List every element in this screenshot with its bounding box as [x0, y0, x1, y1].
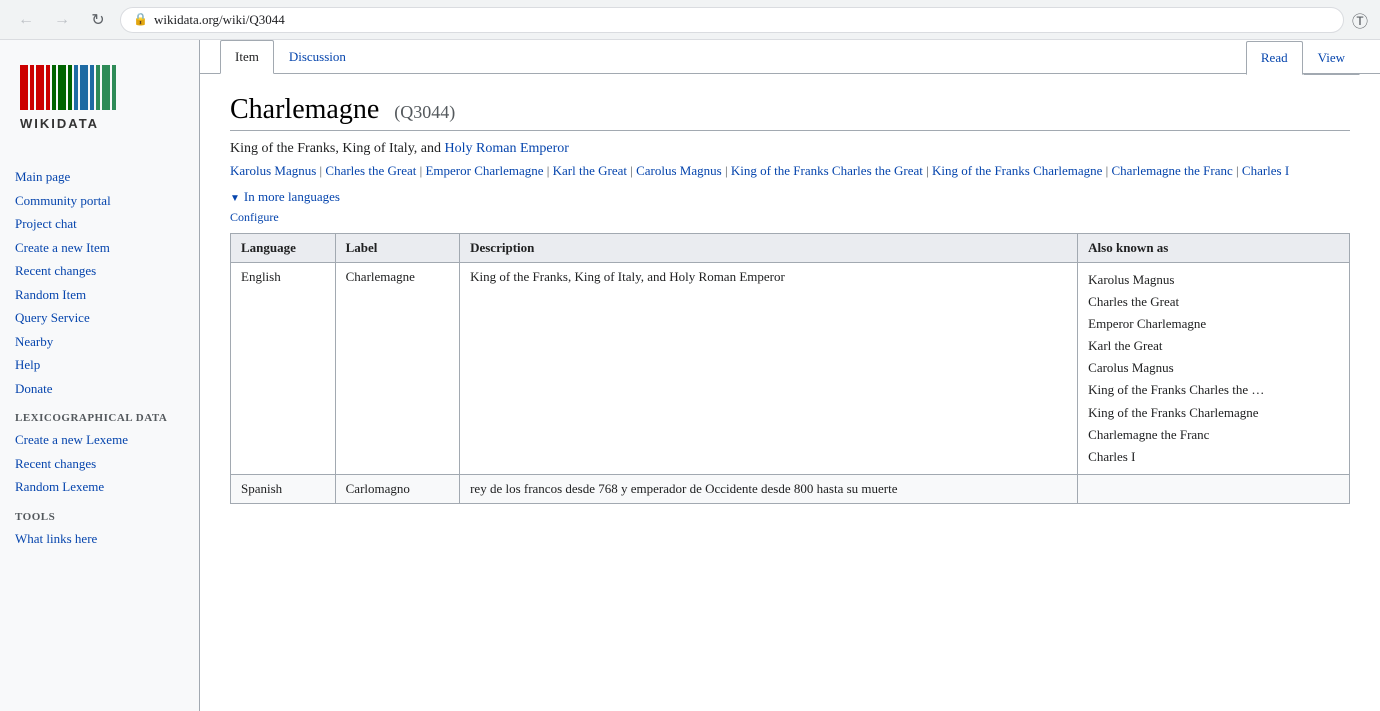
- alias-entry: King of the Franks Charlemagne: [1088, 402, 1339, 424]
- sidebar-item-random-item[interactable]: Random Item: [0, 283, 199, 307]
- in-more-languages-section: ▼In more languages: [230, 189, 1350, 206]
- col-description: Description: [460, 234, 1078, 263]
- alias-carolus-magnus[interactable]: Carolus Magnus: [636, 163, 722, 178]
- alias-entry: Karolus Magnus: [1088, 269, 1339, 291]
- alias-king-franks-charlemagne[interactable]: King of the Franks Charlemagne: [932, 163, 1102, 178]
- wikidata-logo: WIKIDATA: [15, 60, 165, 140]
- sidebar-nav-section: Main page Community portal Project chat …: [0, 165, 199, 400]
- alias-emperor-charlemagne[interactable]: Emperor Charlemagne: [425, 163, 543, 178]
- cell-description: King of the Franks, King of Italy, and H…: [460, 263, 1078, 475]
- language-table: Language Label Description Also known as…: [230, 233, 1350, 504]
- alias-charles-great[interactable]: Charles the Great: [325, 163, 416, 178]
- alias-charlemagne-franc[interactable]: Charlemagne the Franc: [1112, 163, 1233, 178]
- content-area: Charlemagne (Q3044) King of the Franks, …: [200, 74, 1380, 524]
- browser-chrome: ← → ↻ 🔒 wikidata.org/wiki/Q3044 Ⓣ: [0, 0, 1380, 40]
- tab-view[interactable]: View: [1303, 41, 1360, 75]
- alias-entry: King of the Franks Charles the …: [1088, 379, 1339, 401]
- sidebar-tools-section: Tools What links here: [0, 507, 199, 551]
- table-row: SpanishCarlomagnorey de los francos desd…: [231, 474, 1350, 503]
- holy-roman-link[interactable]: Holy Roman Emperor: [445, 141, 569, 156]
- sidebar-item-random-lexeme[interactable]: Random Lexeme: [0, 475, 199, 499]
- url-text: wikidata.org/wiki/Q3044: [154, 12, 285, 28]
- alias-entry: Charles the Great: [1088, 291, 1339, 313]
- tabs-bar: Item Discussion Read View: [200, 40, 1380, 74]
- tools-title: Tools: [0, 507, 199, 527]
- col-also-known-as: Also known as: [1078, 234, 1350, 263]
- cell-language: English: [231, 263, 336, 475]
- col-language: Language: [231, 234, 336, 263]
- reload-button[interactable]: ↻: [84, 6, 112, 34]
- col-label: Label: [335, 234, 459, 263]
- page-title: Charlemagne (Q3044): [230, 94, 1350, 131]
- translate-icon[interactable]: Ⓣ: [1352, 8, 1368, 32]
- address-bar[interactable]: 🔒 wikidata.org/wiki/Q3044: [120, 7, 1344, 33]
- sidebar-logo: WIKIDATA: [0, 50, 199, 165]
- forward-button[interactable]: →: [48, 6, 76, 34]
- sidebar-lexico-section: Lexicographical data Create a new Lexeme…: [0, 408, 199, 499]
- lock-icon: 🔒: [133, 12, 148, 27]
- cell-description: rey de los francos desde 768 y emperador…: [460, 474, 1078, 503]
- page-title-text: Charlemagne: [230, 94, 379, 125]
- page-qid: (Q3044): [394, 102, 455, 122]
- tab-item[interactable]: Item: [220, 40, 274, 74]
- sidebar-item-create-new-item[interactable]: Create a new Item: [0, 236, 199, 260]
- sidebar-item-nearby[interactable]: Nearby: [0, 330, 199, 354]
- cell-also-known-as: Karolus MagnusCharles the GreatEmperor C…: [1078, 263, 1350, 475]
- alias-entry: Carolus Magnus: [1088, 357, 1339, 379]
- sidebar-item-lexico-recent-changes[interactable]: Recent changes: [0, 452, 199, 476]
- cell-also-known-as: [1078, 474, 1350, 503]
- alias-charles-i[interactable]: Charles I: [1242, 163, 1289, 178]
- page-layout: WIKIDATA Main page Community portal Proj…: [0, 40, 1380, 711]
- tab-read[interactable]: Read: [1246, 41, 1303, 75]
- configure-link[interactable]: Configure: [230, 210, 1350, 225]
- tab-right-group: Read View: [1246, 41, 1360, 74]
- sidebar-item-what-links-here[interactable]: What links here: [0, 527, 199, 551]
- description-line: King of the Franks, King of Italy, and H…: [230, 141, 1350, 157]
- alias-entry: Charles I: [1088, 446, 1339, 468]
- tab-discussion[interactable]: Discussion: [274, 40, 361, 74]
- aliases-line: Karolus Magnus | Charles the Great | Emp…: [230, 163, 1350, 179]
- alias-entry: Emperor Charlemagne: [1088, 313, 1339, 335]
- alias-entry: Karl the Great: [1088, 335, 1339, 357]
- in-more-languages-toggle[interactable]: ▼In more languages: [230, 189, 340, 204]
- sidebar-item-main-page[interactable]: Main page: [0, 165, 199, 189]
- sidebar-item-recent-changes[interactable]: Recent changes: [0, 259, 199, 283]
- sidebar-item-community-portal[interactable]: Community portal: [0, 189, 199, 213]
- sidebar-item-donate[interactable]: Donate: [0, 377, 199, 401]
- table-row: EnglishCharlemagneKing of the Franks, Ki…: [231, 263, 1350, 475]
- alias-king-franks-charles-great[interactable]: King of the Franks Charles the Great: [731, 163, 923, 178]
- table-header-row: Language Label Description Also known as: [231, 234, 1350, 263]
- sidebar-item-help[interactable]: Help: [0, 353, 199, 377]
- alias-karolus[interactable]: Karolus Magnus: [230, 163, 316, 178]
- alias-entry: Charlemagne the Franc: [1088, 424, 1339, 446]
- sidebar-item-query-service[interactable]: Query Service: [0, 306, 199, 330]
- sidebar-item-project-chat[interactable]: Project chat: [0, 212, 199, 236]
- main-content: Item Discussion Read View Charlemagne (Q…: [200, 40, 1380, 711]
- svg-text:WIKIDATA: WIKIDATA: [20, 116, 99, 131]
- back-button[interactable]: ←: [12, 6, 40, 34]
- triangle-icon: ▼: [230, 193, 240, 204]
- sidebar-item-create-lexeme[interactable]: Create a new Lexeme: [0, 428, 199, 452]
- sidebar: WIKIDATA Main page Community portal Proj…: [0, 40, 200, 711]
- cell-label: Carlomagno: [335, 474, 459, 503]
- alias-karl-great[interactable]: Karl the Great: [553, 163, 627, 178]
- cell-language: Spanish: [231, 474, 336, 503]
- cell-label: Charlemagne: [335, 263, 459, 475]
- lexicographical-title: Lexicographical data: [0, 408, 199, 428]
